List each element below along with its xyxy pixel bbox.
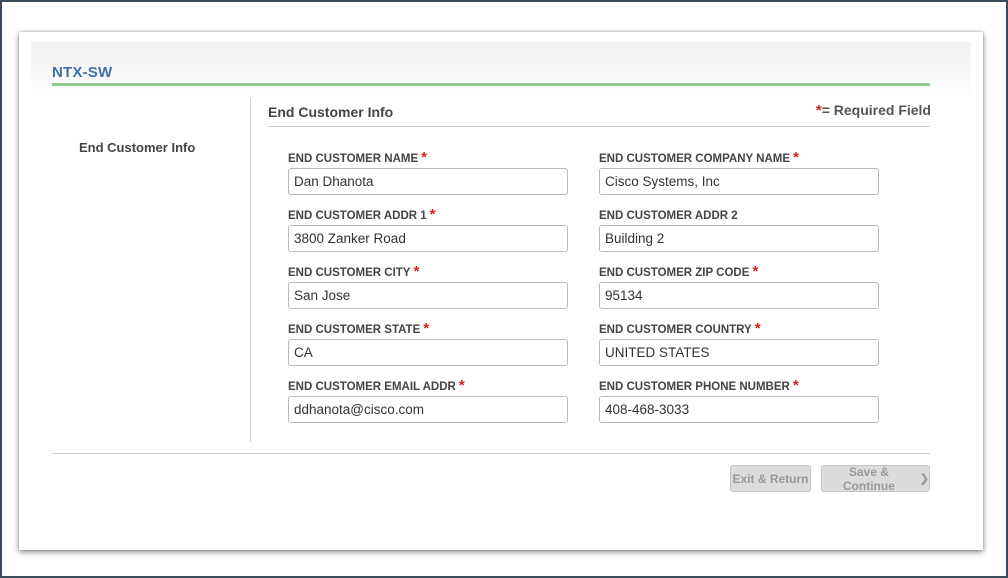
field-end-customer-country: END CUSTOMER COUNTRY *: [599, 320, 881, 366]
end-customer-addr1-label: END CUSTOMER ADDR 1 *: [288, 206, 436, 223]
required-star-icon: *: [423, 320, 430, 337]
required-star-icon: *: [792, 377, 799, 394]
field-end-customer-state: END CUSTOMER STATE *: [288, 320, 570, 366]
exit-return-label: Exit & Return: [732, 471, 809, 486]
required-star-icon: *: [429, 206, 436, 223]
required-field-legend: *= Required Field: [816, 102, 931, 119]
end-customer-email-label: END CUSTOMER EMAIL ADDR *: [288, 377, 465, 394]
end-customer-email-input[interactable]: [288, 396, 568, 423]
field-end-customer-name: END CUSTOMER NAME *: [288, 149, 570, 195]
required-star-icon: *: [421, 149, 427, 166]
title-divider: [52, 83, 930, 86]
field-end-customer-addr2: END CUSTOMER ADDR 2: [599, 208, 881, 252]
end-customer-phone-input[interactable]: [599, 396, 879, 423]
field-end-customer-company-name: END CUSTOMER COMPANY NAME *: [599, 149, 881, 195]
end-customer-country-input[interactable]: [599, 339, 879, 366]
header-band: [31, 42, 971, 100]
end-customer-addr1-input[interactable]: [288, 225, 568, 252]
field-end-customer-city: END CUSTOMER CITY *: [288, 263, 570, 309]
required-star-icon: *: [413, 263, 420, 280]
end-customer-state-label: END CUSTOMER STATE *: [288, 320, 430, 337]
required-star-icon: *: [793, 149, 799, 166]
end-customer-zip-input[interactable]: [599, 282, 879, 309]
field-end-customer-zip: END CUSTOMER ZIP CODE *: [599, 263, 881, 309]
chevron-right-icon: ❯: [919, 473, 929, 485]
exit-return-button[interactable]: Exit & Return: [730, 465, 811, 492]
end-customer-addr2-label: END CUSTOMER ADDR 2: [599, 210, 738, 222]
required-field-text: = Required Field: [821, 102, 931, 118]
end-customer-company-name-input[interactable]: [599, 168, 879, 195]
sidebar-divider: [250, 98, 251, 442]
required-star-icon: *: [458, 377, 465, 394]
end-customer-name-input[interactable]: [288, 168, 568, 195]
end-customer-phone-label: END CUSTOMER PHONE NUMBER *: [599, 377, 799, 394]
end-customer-name-label: END CUSTOMER NAME *: [288, 149, 427, 166]
required-star-icon: *: [754, 320, 761, 337]
field-end-customer-addr1: END CUSTOMER ADDR 1 *: [288, 206, 570, 252]
end-customer-city-input[interactable]: [288, 282, 568, 309]
window-frame: NTX-SW End Customer Info End Customer In…: [0, 0, 1008, 578]
end-customer-company-name-label: END CUSTOMER COMPANY NAME *: [599, 149, 799, 166]
section-divider: [268, 126, 930, 127]
required-star-icon: *: [752, 263, 759, 280]
end-customer-zip-label: END CUSTOMER ZIP CODE *: [599, 263, 759, 280]
save-continue-button[interactable]: Save & Continue ❯: [821, 464, 930, 493]
end-customer-state-input[interactable]: [288, 339, 568, 366]
field-end-customer-email: END CUSTOMER EMAIL ADDR *: [288, 377, 570, 423]
page-title: NTX-SW: [52, 64, 113, 81]
form-card: NTX-SW End Customer Info End Customer In…: [19, 32, 983, 550]
sidebar-item-end-customer-info[interactable]: End Customer Info: [79, 140, 195, 155]
footer-divider: [52, 453, 930, 454]
field-end-customer-phone: END CUSTOMER PHONE NUMBER *: [599, 377, 881, 423]
end-customer-country-label: END CUSTOMER COUNTRY *: [599, 320, 761, 337]
save-continue-label: Save & Continue: [842, 464, 895, 493]
end-customer-addr2-input[interactable]: [599, 225, 879, 252]
section-title: End Customer Info: [268, 104, 394, 120]
end-customer-city-label: END CUSTOMER CITY *: [288, 263, 420, 280]
